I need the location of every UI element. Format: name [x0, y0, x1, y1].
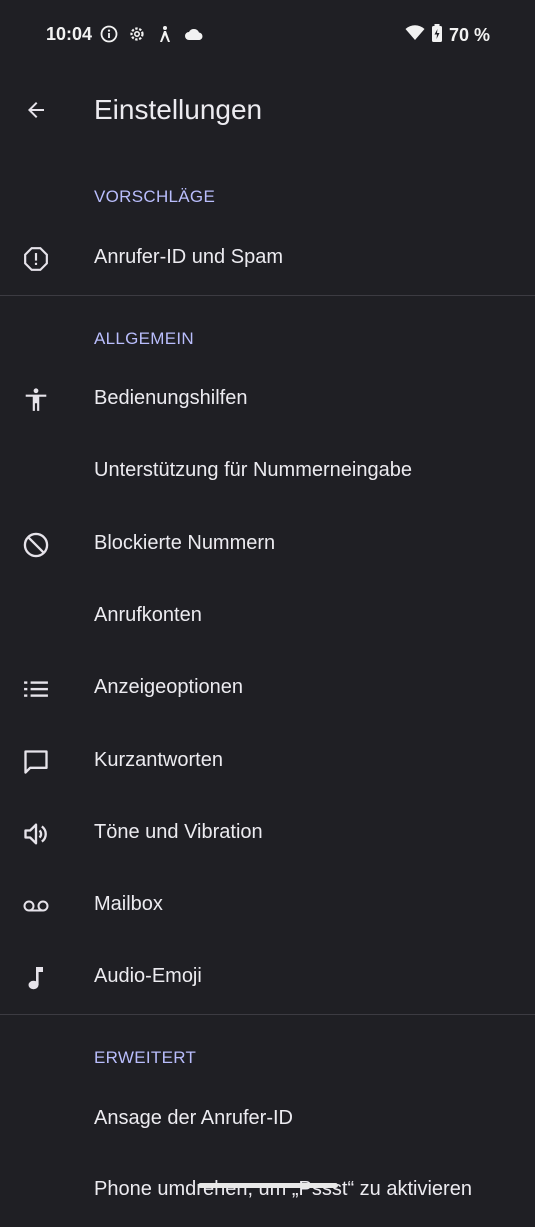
settings-item-label: Anzeigeoptionen	[94, 676, 244, 698]
back-button[interactable]	[16, 92, 56, 132]
battery-icon	[431, 24, 443, 47]
voicemail-icon	[20, 892, 52, 920]
settings-item-label: Töne und Vibration	[94, 821, 263, 843]
music-note-icon	[20, 964, 52, 992]
settings-item-number-input-support[interactable]: Unterstützung für Nummerneingabe	[0, 436, 535, 508]
settings-item-sounds-vibration[interactable]: Töne und Vibration	[0, 798, 535, 870]
alert-octagon-icon	[20, 245, 52, 273]
settings-item-label: Phone umdrehen, um „Pssst“ zu aktivieren	[94, 1178, 472, 1200]
settings-item-label: Unterstützung für Nummerneingabe	[94, 459, 412, 481]
cloud-icon	[184, 27, 204, 46]
settings-item-display-options[interactable]: Anzeigeoptionen	[0, 653, 535, 725]
settings-item-caller-id-spam[interactable]: Anrufer-ID und Spam	[0, 223, 535, 295]
arrow-back-icon	[24, 98, 48, 127]
list-icon	[20, 675, 52, 703]
settings-item-blocked-numbers[interactable]: Blockierte Nummern	[0, 509, 535, 581]
divider	[0, 1014, 535, 1015]
settings-item-label: Anrufkonten	[94, 604, 202, 626]
status-system-icons: 70 %	[405, 24, 490, 47]
settings-item-label: Anrufer-ID und Spam	[94, 246, 283, 268]
settings-item-label: Ansage der Anrufer-ID	[94, 1107, 293, 1129]
block-icon	[20, 531, 52, 559]
page-title: Einstellungen	[94, 94, 263, 125]
battery-percentage: 70 %	[448, 25, 490, 45]
settings-item-label: Audio-Emoji	[94, 965, 202, 987]
settings-item-flip-to-shhh[interactable]: Phone umdrehen, um „Pssst“ zu aktivieren	[0, 1155, 535, 1227]
accessibility-icon	[156, 25, 174, 48]
settings-item-label: Kurzantworten	[94, 749, 223, 771]
settings-item-audio-emoji[interactable]: Audio-Emoji	[0, 942, 535, 1014]
info-icon	[100, 25, 118, 48]
settings-item-caller-id-announcement[interactable]: Ansage der Anrufer-ID	[0, 1084, 535, 1156]
settings-icon	[128, 25, 146, 48]
settings-item-mailbox[interactable]: Mailbox	[0, 870, 535, 942]
section-header-advanced: ERWEITERT	[94, 1048, 197, 1067]
settings-item-accessibility[interactable]: Bedienungshilfen	[0, 364, 535, 436]
accessibility-icon	[20, 386, 52, 414]
status-time: 10:04	[46, 24, 93, 44]
divider	[0, 295, 535, 296]
settings-item-label: Bedienungshilfen	[94, 387, 248, 409]
section-header-suggestions: VORSCHLÄGE	[94, 187, 216, 206]
wifi-icon	[405, 25, 425, 46]
status-bar: 10:04 70 %	[0, 0, 535, 72]
settings-item-label: Mailbox	[94, 893, 163, 915]
settings-item-label: Blockierte Nummern	[94, 532, 276, 554]
settings-item-quick-responses[interactable]: Kurzantworten	[0, 726, 535, 798]
status-notification-icons	[100, 25, 204, 48]
app-bar: Einstellungen	[0, 80, 535, 144]
section-header-general: ALLGEMEIN	[94, 329, 195, 348]
gesture-navigation-handle[interactable]	[198, 1183, 338, 1188]
volume-icon	[20, 820, 52, 848]
settings-item-call-accounts[interactable]: Anrufkonten	[0, 581, 535, 653]
message-icon	[20, 748, 52, 776]
